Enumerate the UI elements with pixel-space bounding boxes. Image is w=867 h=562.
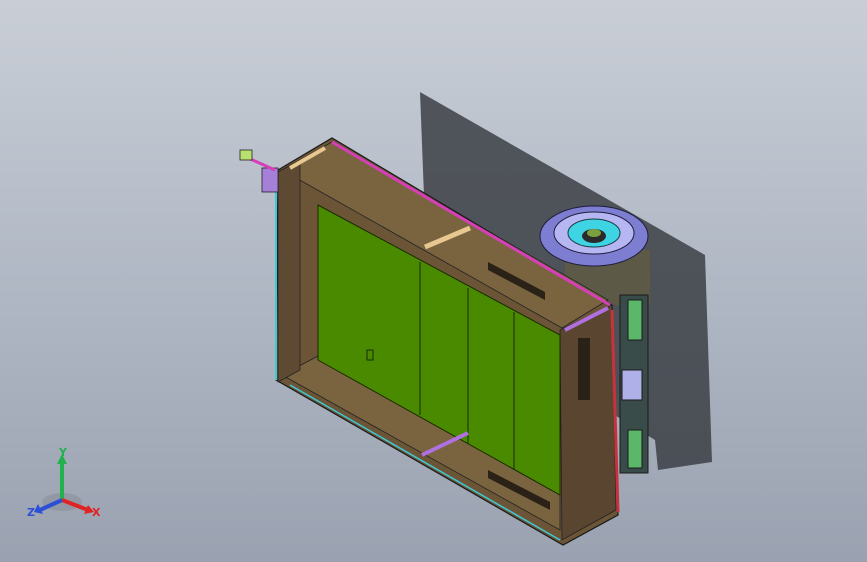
3d-model-view[interactable] (0, 0, 867, 562)
label-plate-side (578, 338, 590, 400)
actuator-bracket[interactable] (619, 294, 649, 474)
spindle-handle[interactable] (239, 149, 279, 193)
z-axis-label: Z (27, 506, 35, 519)
y-axis-label: Y (58, 448, 68, 459)
axis-triad: Y X Z (27, 448, 101, 519)
x-axis-label: X (92, 506, 101, 519)
cad-viewport[interactable]: Y X Z (0, 0, 867, 562)
left-post (277, 159, 301, 383)
